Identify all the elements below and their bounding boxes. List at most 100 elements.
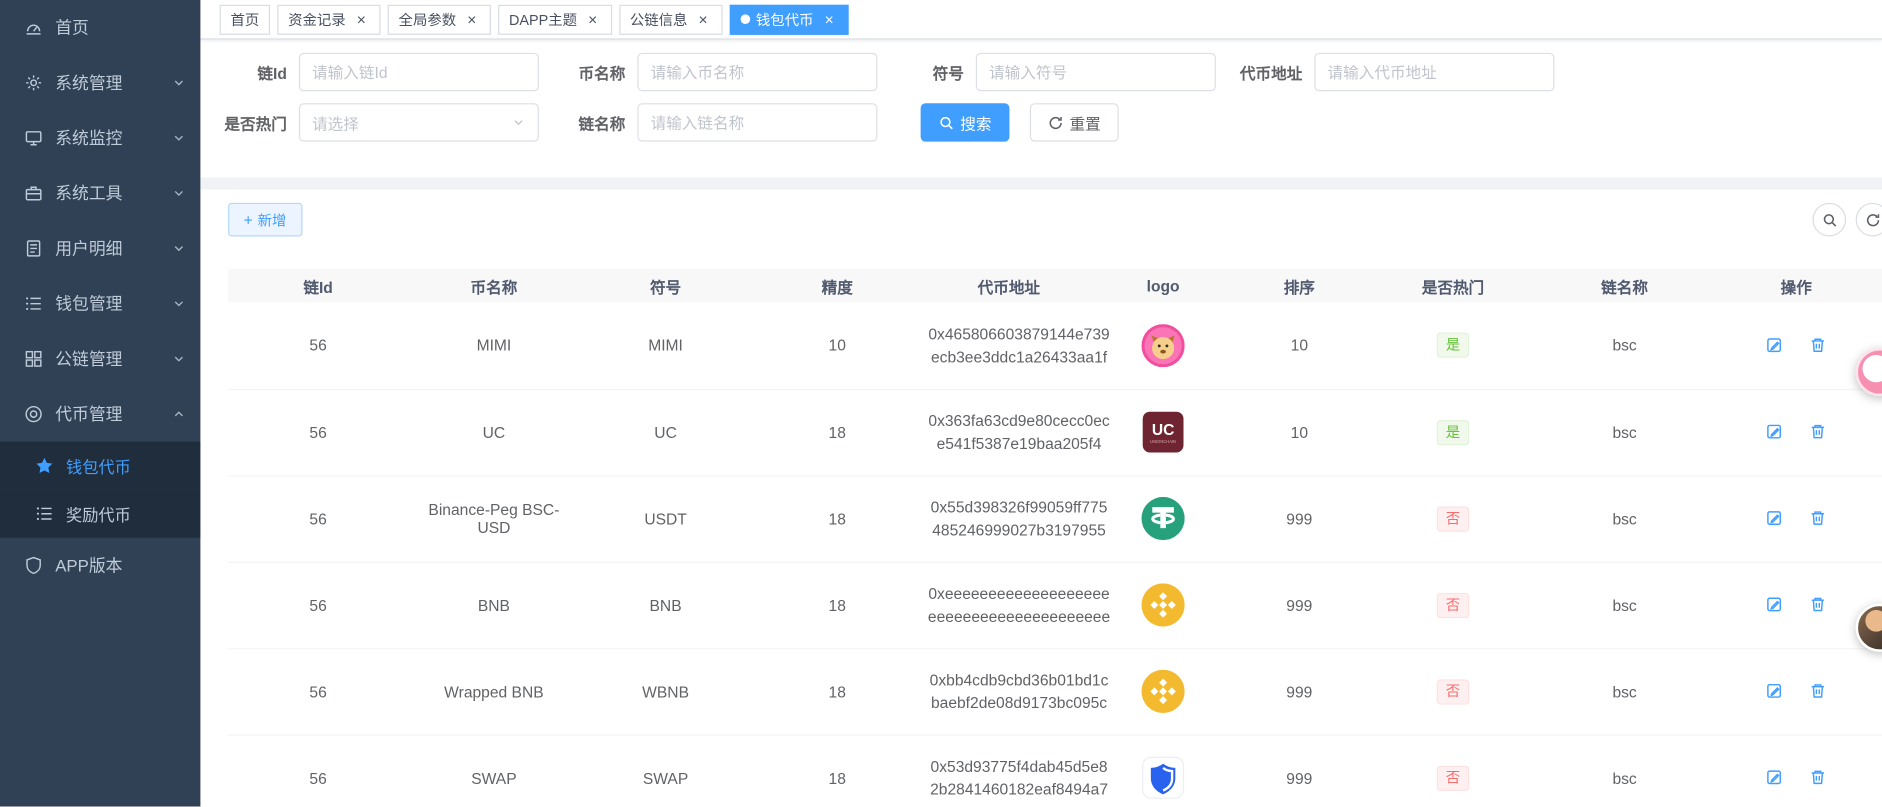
cell-symbol: BNB	[650, 596, 682, 614]
chevron-down-icon	[172, 76, 186, 90]
sidebar-item-token-management[interactable]: 代币管理	[0, 386, 200, 441]
delete-button[interactable]	[1807, 766, 1830, 789]
sidebar-item-user-details[interactable]: 用户明细	[0, 221, 200, 276]
star-icon	[35, 456, 54, 475]
sidebar-item-chain-management[interactable]: 公链管理	[0, 331, 200, 386]
cell-token-address: 0x55d398326f99059ff775485246999027b31979…	[928, 496, 1110, 542]
cell-chain-name: bsc	[1612, 769, 1636, 787]
tab-chain-info[interactable]: 公链信息 ×	[619, 4, 722, 34]
edit-button[interactable]	[1763, 679, 1786, 702]
cell-coin-name: BNB	[478, 596, 510, 614]
token-address-label: 代币地址	[1228, 61, 1302, 84]
delete-icon	[1809, 423, 1827, 441]
token-address-input[interactable]	[1314, 53, 1554, 91]
cell-coin-name: MIMI	[477, 336, 512, 354]
gear-icon	[24, 73, 43, 92]
is-hot-select[interactable]: 请选择	[299, 103, 539, 141]
edit-button[interactable]	[1763, 766, 1786, 789]
sidebar-item-label: 首页	[55, 16, 186, 40]
cell-token-address: 0x363fa63cd9e80cecc0ece541f5387e19baa205…	[928, 409, 1110, 455]
edit-button[interactable]	[1763, 420, 1786, 443]
tab-close-icon[interactable]: ×	[353, 11, 370, 27]
hot-badge: 是	[1437, 420, 1468, 445]
column-header: 操作	[1710, 269, 1882, 303]
add-button[interactable]: + 新增	[228, 203, 302, 237]
sidebar-item-system-management[interactable]: 系统管理	[0, 55, 200, 110]
cell-token-address: 0x465806603879144e739ecb3ee3ddc1a26433aa…	[928, 323, 1110, 369]
sidebar-item-wallet-token[interactable]: 钱包代币	[0, 442, 200, 490]
tab-fund-records[interactable]: 资金记录 ×	[277, 4, 380, 34]
tab-dapp-theme[interactable]: DAPP主题 ×	[498, 4, 612, 34]
tab-wallet-token[interactable]: 钱包代币 ×	[729, 4, 848, 34]
search-form: 链Id 币名称 符号 代币地址	[200, 40, 1882, 178]
search-icon	[1821, 212, 1837, 228]
document-icon	[24, 239, 43, 258]
sidebar-item-label: 钱包代币	[66, 454, 186, 478]
cell-symbol: USDT	[644, 510, 686, 528]
sidebar-item-app-version[interactable]: APP版本	[0, 538, 200, 593]
is-hot-label: 是否热门	[212, 111, 286, 134]
tab-close-icon[interactable]: ×	[821, 11, 838, 27]
monitor-icon	[24, 128, 43, 147]
tab-label: 首页	[230, 9, 259, 29]
toolbar-right-actions	[1812, 203, 1882, 237]
coin-name-input[interactable]	[637, 53, 877, 91]
table-row: 56 MIMI MIMI 10 0x465806603879144e739ecb…	[228, 302, 1882, 388]
toggle-search-button[interactable]	[1812, 203, 1846, 237]
cell-token-logo	[1141, 583, 1184, 626]
sidebar-item-reward-token[interactable]: 奖励代币	[0, 490, 200, 538]
sidebar-item-system-tools[interactable]: 系统工具	[0, 166, 200, 221]
cell-token-address: 0xbb4cdb9cbd36b01bd1cbaebf2de08d9173bc09…	[928, 669, 1110, 715]
reset-button[interactable]: 重置	[1030, 103, 1119, 141]
chain-id-input[interactable]	[299, 53, 539, 91]
search-button-label: 搜索	[960, 111, 991, 134]
cell-token-logo	[1141, 670, 1184, 713]
tab-label: DAPP主题	[509, 9, 577, 29]
tab-close-icon[interactable]: ×	[695, 11, 712, 27]
delete-button[interactable]	[1807, 333, 1830, 356]
delete-button[interactable]	[1807, 593, 1830, 616]
search-button[interactable]: 搜索	[921, 103, 1010, 141]
cell-precision: 18	[829, 682, 846, 700]
delete-button[interactable]	[1807, 679, 1830, 702]
tab-global-params[interactable]: 全局参数 ×	[388, 4, 491, 34]
column-header: 符号	[580, 269, 752, 303]
chevron-down-icon	[511, 115, 525, 129]
cell-sort: 999	[1286, 682, 1312, 700]
plus-icon: +	[244, 212, 253, 228]
cell-symbol: UC	[654, 423, 677, 441]
column-header: 链名称	[1539, 269, 1711, 303]
cell-sort: 10	[1291, 423, 1308, 441]
refresh-table-button[interactable]	[1856, 203, 1882, 237]
column-header: 代币地址	[923, 269, 1095, 303]
sidebar-item-wallet-management[interactable]: 钱包管理	[0, 276, 200, 331]
chain-name-input[interactable]	[637, 103, 877, 141]
chevron-down-icon	[172, 131, 186, 145]
column-header: 链Id	[228, 269, 408, 303]
cell-symbol: WBNB	[642, 682, 689, 700]
symbol-input[interactable]	[976, 53, 1216, 91]
table-row: 56 SWAP SWAP 18 0x53d93775f4dab45d5e82b2…	[228, 735, 1882, 807]
edit-button[interactable]	[1763, 507, 1786, 530]
is-hot-select-placeholder: 请选择	[312, 111, 359, 134]
grid-icon	[24, 349, 43, 368]
sidebar-item-home[interactable]: 首页	[0, 0, 200, 55]
edit-button[interactable]	[1763, 333, 1786, 356]
cell-chain-id: 56	[309, 596, 326, 614]
edit-button[interactable]	[1763, 593, 1786, 616]
tool-icon	[24, 184, 43, 203]
delete-button[interactable]	[1807, 507, 1830, 530]
svg-text:UNIONCHAIN: UNIONCHAIN	[1150, 439, 1176, 444]
tab-close-icon[interactable]: ×	[463, 11, 480, 27]
chevron-down-icon	[172, 296, 186, 310]
column-header: 是否热门	[1367, 269, 1539, 303]
cell-coin-name: Binance-Peg BSC-USD	[428, 501, 559, 537]
edit-icon	[1765, 509, 1783, 527]
cell-coin-name: UC	[483, 423, 506, 441]
delete-button[interactable]	[1807, 420, 1830, 443]
sidebar-item-system-monitor[interactable]: 系统监控	[0, 110, 200, 165]
sidebar-item-label: 系统管理	[55, 71, 171, 95]
refresh-icon	[1048, 115, 1064, 131]
tab-close-icon[interactable]: ×	[584, 11, 601, 27]
tab-home[interactable]: 首页	[220, 4, 270, 34]
